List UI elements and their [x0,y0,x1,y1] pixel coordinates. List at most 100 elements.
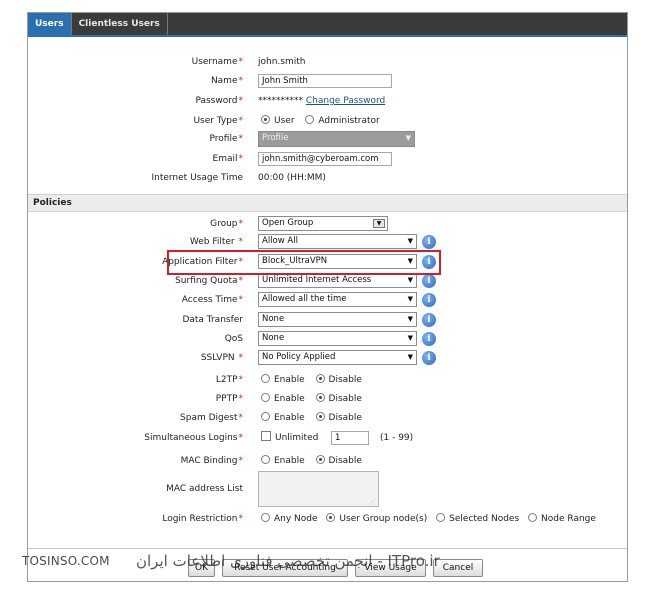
email-row: Email* john.smith@cyberoam.com [28,150,627,168]
spam-disable-radio[interactable]: Disable [315,412,362,423]
pptp-disable-radio[interactable]: Disable [315,393,362,404]
mac-list-label: MAC address List [166,484,243,494]
chevron-down-icon: ▼ [407,237,413,245]
profile-label: Profile* [209,134,243,144]
simultaneous-logins-controls: Unlimited [261,429,326,447]
mac-binding-radio-group: Enable Disable [261,452,370,470]
l2tp-label: L2TP* [215,375,243,385]
l2tp-enable-radio[interactable]: Enable [261,374,305,385]
logins-range-hint: (1 - 99) [380,433,414,443]
sslvpn-row: SSLVPN * No Policy Applied ▼ i [28,349,627,367]
pptp-enable-radio[interactable]: Enable [261,393,305,404]
spam-enable-radio[interactable]: Enable [261,412,305,423]
profile-row: Profile* Profile ▼ [28,130,627,148]
chevron-down-icon: ▼ [407,315,413,323]
spam-digest-row: Spam Digest* Enable Disable [28,409,627,427]
login-node-range-radio[interactable]: Node Range [528,513,596,524]
info-icon[interactable]: i [422,332,436,346]
mac-enable-radio[interactable]: Enable [261,455,305,466]
name-input[interactable]: John Smith [258,74,392,88]
resize-grip-icon[interactable]: ⋰ [369,498,376,506]
view-usage-button[interactable]: View Usage [355,559,426,577]
application-filter-select[interactable]: Block_UltraVPN ▼ [258,254,417,269]
unlimited-logins-checkbox[interactable]: Unlimited [261,431,318,443]
data-transfer-label: Data Transfer [182,315,243,325]
tab-clientless-users[interactable]: Clientless Users [72,13,168,35]
change-password-link[interactable]: Change Password [306,96,385,106]
email-input[interactable]: john.smith@cyberoam.com [258,152,392,166]
surfing-quota-label: Surfing Quota* [175,276,243,286]
group-select-value: Open Group [262,218,314,228]
spam-digest-label: Spam Digest* [180,413,243,423]
qos-select[interactable]: None ▼ [258,331,417,346]
user-type-user-radio[interactable]: User [261,115,295,126]
profile-select-value: Profile [262,133,289,143]
access-time-row: Access Time* Allowed all the time ▼ i [28,291,627,309]
usage-label: Internet Usage Time [151,173,243,183]
pptp-radio-group: Enable Disable [261,390,370,408]
info-icon[interactable]: i [422,293,436,307]
tab-bar: Users Clientless Users [28,13,627,37]
info-icon[interactable]: i [422,313,436,327]
qos-row: QoS None ▼ i [28,330,627,348]
application-filter-label: Application Filter* [162,257,243,267]
data-transfer-value: None [262,314,285,324]
user-type-row: User Type* User Administrator [28,112,627,130]
chevron-down-icon: ▼ [407,295,413,303]
cancel-button[interactable]: Cancel [433,559,483,577]
data-transfer-select[interactable]: None ▼ [258,312,417,327]
surfing-quota-row: Surfing Quota* Unlimited Internet Access… [28,272,627,290]
info-icon[interactable]: i [422,274,436,288]
l2tp-row: L2TP* Enable Disable [28,371,627,389]
info-icon[interactable]: i [422,255,436,269]
login-restriction-radio-group: Any Node User Group node(s) Selected Nod… [261,510,604,528]
info-icon[interactable]: i [422,235,436,249]
l2tp-disable-radio[interactable]: Disable [315,374,362,385]
spam-digest-radio-group: Enable Disable [261,409,370,427]
user-type-radio-group: User Administrator [261,112,388,130]
web-filter-select[interactable]: Allow All ▼ [258,234,417,249]
group-label: Group* [210,219,243,229]
web-filter-label: Web Filter * [189,237,243,247]
profile-select[interactable]: Profile ▼ [258,131,415,147]
web-filter-value: Allow All [262,236,298,246]
mac-address-textarea[interactable]: ⋰ [258,471,379,507]
login-any-node-radio[interactable]: Any Node [261,513,318,524]
form-footer: OK Reset User Accounting View Usage Canc… [28,548,627,581]
email-label: Email* [212,154,243,164]
group-select[interactable]: Open Group ▼ [258,216,388,231]
sslvpn-select[interactable]: No Policy Applied ▼ [258,350,417,365]
ok-button[interactable]: OK [188,559,215,577]
password-value: ********** Change Password [258,92,385,110]
login-selected-nodes-radio[interactable]: Selected Nodes [436,513,519,524]
username-value: john.smith [258,57,306,67]
login-user-group-nodes-radio[interactable]: User Group node(s) [326,513,427,524]
chevron-down-icon: ▼ [407,334,413,342]
username-row: Username* john.smith [28,53,627,71]
tab-users[interactable]: Users [28,13,72,35]
policies-section-header: Policies [28,194,627,212]
info-icon[interactable]: i [422,351,436,365]
reset-user-accounting-button[interactable]: Reset User Accounting [222,559,348,577]
user-type-administrator-radio[interactable]: Administrator [305,115,380,126]
pptp-row: PPTP* Enable Disable [28,390,627,408]
mac-disable-radio[interactable]: Disable [315,455,362,466]
sslvpn-label: SSLVPN * [200,353,243,363]
qos-value: None [262,333,285,343]
data-transfer-row: Data Transfer None ▼ i [28,311,627,329]
logins-count-input[interactable]: 1 [331,431,369,445]
mac-binding-row: MAC Binding* Enable Disable [28,452,627,470]
mac-binding-label: MAC Binding* [180,456,243,466]
surfing-quota-select[interactable]: Unlimited Internet Access ▼ [258,273,417,288]
l2tp-radio-group: Enable Disable [261,371,370,389]
pptp-label: PPTP* [215,394,243,404]
access-time-value: Allowed all the time [262,294,347,304]
chevron-down-icon: ▼ [407,353,413,361]
user-edit-panel: Users Clientless Users Username* john.sm… [27,12,628,582]
application-filter-value: Block_UltraVPN [262,256,328,266]
login-restriction-row: Login Restriction* Any Node User Group n… [28,510,627,528]
password-label: Password* [195,96,243,106]
username-label: Username* [191,57,243,67]
access-time-select[interactable]: Allowed all the time ▼ [258,292,417,307]
group-row: Group* Open Group ▼ [28,215,627,233]
